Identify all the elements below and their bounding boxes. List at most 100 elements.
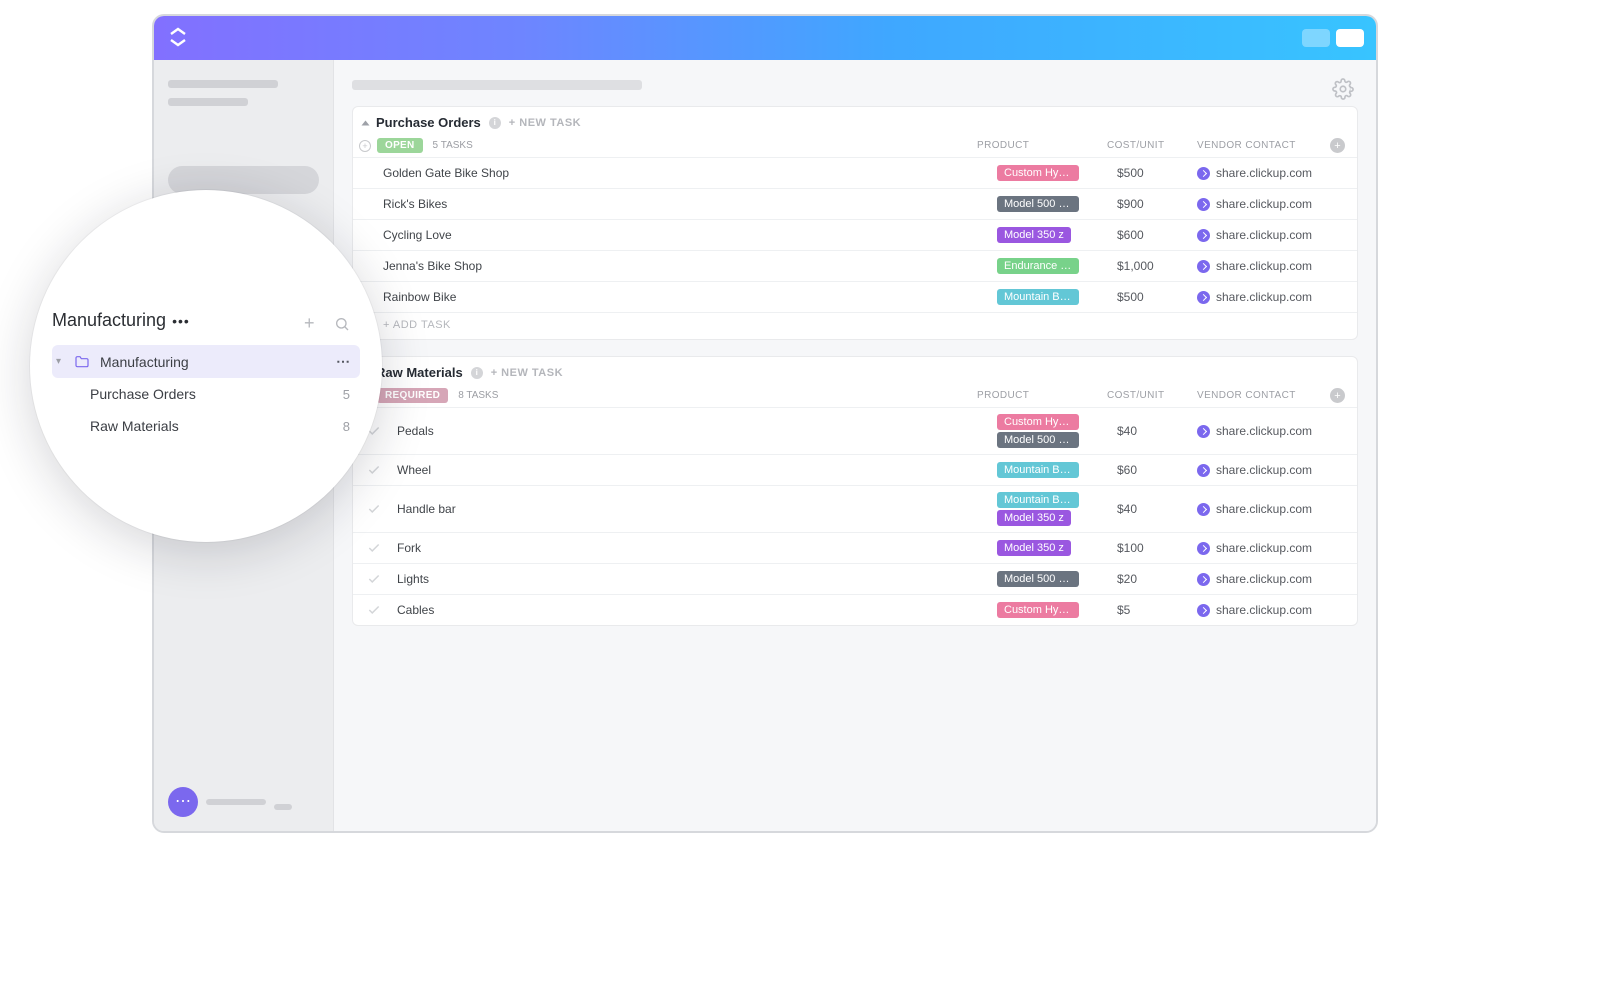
sidebar-placeholder: [168, 80, 278, 88]
product-chip[interactable]: Model 500 Lite: [997, 196, 1079, 212]
column-header-cost[interactable]: COST/UNIT: [1107, 390, 1187, 401]
link-icon: [1197, 229, 1210, 242]
vendor-cell[interactable]: share.clickup.com: [1197, 502, 1347, 516]
product-chip[interactable]: Model 350 z: [997, 510, 1071, 526]
cost-cell: $500: [1117, 166, 1197, 180]
vendor-cell[interactable]: share.clickup.com: [1197, 228, 1347, 242]
status-badge[interactable]: REQUIRED: [377, 388, 448, 403]
task-row[interactable]: Pedals Custom Hybri...Model 500 Lite $40…: [353, 407, 1357, 454]
product-cell: Model 350 z: [997, 540, 1117, 556]
vendor-cell[interactable]: share.clickup.com: [1197, 166, 1347, 180]
task-row[interactable]: Rick's Bikes Model 500 Lite $900 share.c…: [353, 188, 1357, 219]
link-icon: [1197, 260, 1210, 273]
vendor-cell[interactable]: share.clickup.com: [1197, 463, 1347, 477]
vendor-cell[interactable]: share.clickup.com: [1197, 424, 1347, 438]
add-column-icon[interactable]: +: [1330, 138, 1345, 153]
product-chip[interactable]: Custom Hybri...: [997, 165, 1079, 181]
sidebar-list-item[interactable]: Purchase Orders5: [52, 378, 360, 410]
product-chip[interactable]: Mountain Bike: [997, 289, 1079, 305]
cost-cell: $20: [1117, 572, 1197, 586]
sidebar-placeholder: [168, 98, 248, 106]
vendor-cell[interactable]: share.clickup.com: [1197, 572, 1347, 586]
task-count: 8 TASKS: [458, 390, 498, 401]
product-chip[interactable]: Mountain Bike: [997, 462, 1079, 478]
chat-button[interactable]: ⋯: [168, 787, 198, 817]
cost-cell: $100: [1117, 541, 1197, 555]
product-chip[interactable]: Model 500 Lite: [997, 571, 1079, 587]
task-name: Rainbow Bike: [383, 290, 997, 304]
check-icon[interactable]: [367, 572, 381, 586]
window-maximize-button[interactable]: [1336, 29, 1364, 47]
add-task-button[interactable]: + ADD TASK: [353, 312, 1357, 339]
task-row[interactable]: Cables Custom Hybri... $5 share.clickup.…: [353, 594, 1357, 625]
vendor-cell[interactable]: share.clickup.com: [1197, 603, 1347, 617]
vendor-cell[interactable]: share.clickup.com: [1197, 290, 1347, 304]
vendor-cell[interactable]: share.clickup.com: [1197, 259, 1347, 273]
group-header: + OPEN 5 TASKS PRODUCT COST/UNIT VENDOR …: [353, 138, 1357, 157]
check-icon[interactable]: [367, 502, 381, 516]
status-badge[interactable]: OPEN: [377, 138, 423, 153]
section-title: Purchase Orders: [376, 115, 481, 130]
product-chip[interactable]: Model 350 z: [997, 227, 1071, 243]
cost-cell: $40: [1117, 424, 1197, 438]
vendor-cell[interactable]: share.clickup.com: [1197, 541, 1347, 555]
info-icon[interactable]: i: [471, 367, 483, 379]
product-chip[interactable]: Endurance C3: [997, 258, 1079, 274]
new-task-button[interactable]: + NEW TASK: [491, 367, 563, 379]
add-column-icon[interactable]: +: [1330, 388, 1345, 403]
sidebar-folder-item[interactable]: ▾Manufacturing⋯: [52, 345, 360, 378]
title-bar: [154, 16, 1376, 60]
link-icon: [1197, 542, 1210, 555]
link-icon: [1197, 604, 1210, 617]
column-header-product[interactable]: PRODUCT: [977, 140, 1097, 151]
product-cell: Mountain Bike: [997, 289, 1117, 305]
sidebar-list-item[interactable]: Raw Materials8: [52, 410, 360, 442]
column-header-cost[interactable]: COST/UNIT: [1107, 140, 1187, 151]
window-buttons: [1302, 29, 1364, 47]
check-icon[interactable]: [367, 463, 381, 477]
column-header-vendor[interactable]: VENDOR CONTACT: [1197, 140, 1347, 151]
ellipsis-icon[interactable]: •••: [172, 313, 190, 329]
sidebar-placeholder: [206, 799, 266, 805]
task-row[interactable]: Rainbow Bike Mountain Bike $500 share.cl…: [353, 281, 1357, 312]
list-panel: Raw Materials i + NEW TASK+ REQUIRED 8 T…: [352, 356, 1358, 626]
vendor-cell[interactable]: share.clickup.com: [1197, 197, 1347, 211]
product-chip[interactable]: Model 500 Lite: [997, 432, 1079, 448]
check-icon[interactable]: [367, 603, 381, 617]
new-task-button[interactable]: + NEW TASK: [509, 117, 581, 129]
clickup-logo-icon: [166, 26, 190, 50]
collapse-caret-icon[interactable]: [362, 120, 370, 125]
item-count: 8: [343, 419, 350, 434]
product-chip[interactable]: Mountain Bike: [997, 492, 1079, 508]
task-row[interactable]: Cycling Love Model 350 z $600 share.clic…: [353, 219, 1357, 250]
link-icon: [1197, 464, 1210, 477]
task-row[interactable]: Handle bar Mountain BikeModel 350 z $40 …: [353, 485, 1357, 532]
task-row[interactable]: Lights Model 500 Lite $20 share.clickup.…: [353, 563, 1357, 594]
sidebar-zoom-lens: Manufacturing ••• + ▾Manufacturing⋯Purch…: [30, 190, 382, 542]
check-icon[interactable]: [367, 541, 381, 555]
task-row[interactable]: Golden Gate Bike Shop Custom Hybri... $5…: [353, 157, 1357, 188]
ellipsis-icon[interactable]: ⋯: [336, 353, 350, 370]
settings-gear-icon[interactable]: [1332, 78, 1354, 100]
add-status-icon[interactable]: +: [359, 140, 371, 152]
task-name: Wheel: [397, 463, 997, 477]
window-minimize-button[interactable]: [1302, 29, 1330, 47]
task-row[interactable]: Jenna's Bike Shop Endurance C3 $1,000 sh…: [353, 250, 1357, 281]
task-row[interactable]: Fork Model 350 z $100 share.clickup.com: [353, 532, 1357, 563]
cost-cell: $60: [1117, 463, 1197, 477]
product-chip[interactable]: Model 350 z: [997, 540, 1071, 556]
info-icon[interactable]: i: [489, 117, 501, 129]
search-icon[interactable]: [334, 316, 350, 332]
product-chip[interactable]: Custom Hybri...: [997, 602, 1079, 618]
task-row[interactable]: Wheel Mountain Bike $60 share.clickup.co…: [353, 454, 1357, 485]
product-cell: Mountain Bike Model 350 z: [997, 492, 1117, 526]
column-header-vendor[interactable]: VENDOR CONTACT: [1197, 390, 1347, 401]
list-panel: Purchase Orders i + NEW TASK + OPEN 5 TAS…: [352, 106, 1358, 340]
column-header-product[interactable]: PRODUCT: [977, 390, 1097, 401]
add-icon[interactable]: +: [304, 316, 320, 332]
sidebar-placeholder: [274, 804, 292, 810]
task-name: Cables: [397, 603, 997, 617]
chevron-down-icon[interactable]: ▾: [56, 356, 64, 367]
product-chip[interactable]: Custom Hybri...: [997, 414, 1079, 430]
link-icon: [1197, 167, 1210, 180]
